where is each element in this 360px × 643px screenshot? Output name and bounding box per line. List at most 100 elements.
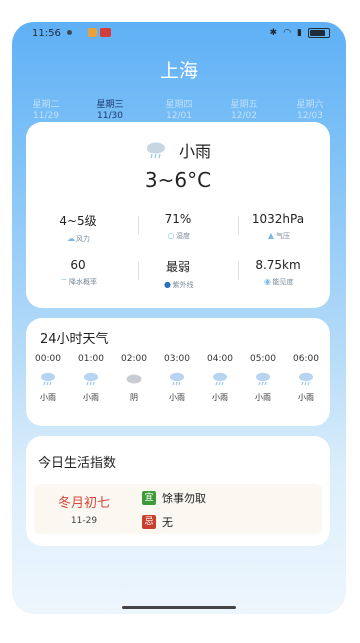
day-date: 11/29 [33,111,59,121]
rain-cloud-icon [213,372,227,386]
day-name: 星期六 [296,100,324,110]
hour-condition: 小雨 [83,393,99,402]
battery-icon [308,28,330,38]
precip-value: 60 [70,258,86,272]
hour-time: 02:00 [121,354,147,364]
current-condition: 小雨 [26,138,330,162]
hourly-title: 24小时天气 [40,332,109,347]
hour-condition: 小雨 [169,393,185,402]
visibility-value: 8.75km [255,258,301,272]
pressure-value: 1032hPa [251,212,305,226]
wind-stat: 4~5级 ☁风力 [28,212,128,244]
status-icons: ✱ ◠ ▮ [270,28,330,38]
precip-icon: ⌔ [60,277,68,286]
day-date: 12/03 [297,111,323,121]
hour-item: 05:00 小雨 [243,354,283,403]
current-weather-card: 小雨 3~6°C 4~5级 ☁风力 71% ○ 湿度 1032hPa ▲ 气压 60… [26,122,330,308]
uv-value: 最弱 [165,260,190,274]
status-bar: 11:56 ✱ ◠ ▮ [12,22,346,44]
visibility-icon: ◉ [264,277,271,286]
day-name: 星期四 [165,100,193,110]
rain-cloud-icon [84,372,98,386]
wind-icon: ☁ [67,234,75,243]
yi-row: 宜 馀事勿取 [142,490,206,506]
day-tab[interactable]: 星期四 12/01 [155,100,203,122]
hour-time: 05:00 [250,354,276,364]
hour-item: 01:00 小雨 [71,354,111,403]
visibility-stat: 8.75km ◉ 能见度 [228,258,328,287]
humidity-value: 71% [164,212,192,226]
hour-condition: 小雨 [40,393,56,402]
rain-cloud-icon [41,372,55,386]
day-tab[interactable]: 星期六 12/03 [286,100,334,122]
day-date: 11/30 [97,111,123,121]
hour-condition: 小雨 [212,393,228,402]
hour-item: 02:00 阴 [114,354,154,403]
ji-badge: 忌 [142,515,156,529]
wifi-icon: ◠ [283,28,292,38]
home-indicator[interactable] [122,606,236,609]
hour-item: 00:00 小雨 [28,354,68,403]
status-time: 11:56 [32,28,61,39]
life-index-title: 今日生活指数 [38,456,117,471]
hour-time: 01:00 [78,354,104,364]
day-name: 星期二 [32,100,60,110]
overcast-cloud-icon [126,374,142,384]
precip-label: 降水概率 [69,278,97,286]
pressure-label: 气压 [276,232,290,240]
day-name: 星期三 [96,100,124,110]
day-tab-active[interactable]: 星期三 11/30 [86,100,134,122]
app-notification-icon [88,28,97,37]
hour-time: 06:00 [293,354,319,364]
solar-date: 11-29 [70,516,98,526]
hour-condition: 小雨 [298,393,314,402]
bluetooth-icon: ✱ [269,28,278,38]
day-name: 星期五 [230,100,258,110]
humidity-stat: 71% ○ 湿度 [128,212,228,241]
uv-icon: ● [164,280,171,289]
notification-dot-icon [67,30,72,35]
visibility-label: 能见度 [272,278,294,286]
hour-time: 03:00 [164,354,190,364]
signal-icon: ▮ [297,28,302,38]
humidity-label: 湿度 [176,232,190,240]
hour-time: 04:00 [207,354,233,364]
day-tab[interactable]: 星期二 11/29 [22,100,70,122]
app-notification-icon [100,28,111,37]
pressure-icon: ▲ [267,231,275,240]
ji-row: 忌 无 [142,514,173,530]
phone-screen: 11:56 ✱ ◠ ▮ 上海 星期二 11/29 星期三 11/30 星期四 1… [12,22,346,614]
precip-stat: 60 ⌔降水概率 [28,258,128,287]
hour-time: 00:00 [35,354,61,364]
yi-badge: 宜 [142,491,156,505]
wind-label: 风力 [76,235,90,243]
uv-label: 紫外线 [172,281,194,289]
day-date: 12/02 [231,111,257,121]
day-date: 12/01 [166,111,192,121]
lunar-date: 冬月初七 [57,496,110,511]
yi-text: 馀事勿取 [162,492,206,505]
stats-row: 60 ⌔降水概率 最弱 ● 紫外线 8.75km ◉ 能见度 [26,258,330,292]
city-title[interactable]: 上海 [12,56,346,83]
hour-condition: 小雨 [255,393,271,402]
hour-item: 04:00 小雨 [200,354,240,403]
wind-value: 4~5级 [59,214,97,228]
condition-text: 小雨 [178,142,211,161]
humidity-icon: ○ [167,231,175,240]
hourly-card: 24小时天气 00:00 小雨 01:00 小雨 02:00 阴 03:00 小… [26,318,330,426]
stats-row: 4~5级 ☁风力 71% ○ 湿度 1032hPa ▲ 气压 [26,212,330,246]
rain-cloud-icon [170,372,184,386]
ji-text: 无 [162,516,173,529]
hour-item: 06:00 小雨 [286,354,326,403]
almanac-panel: 冬月初七 11-29 宜 馀事勿取 忌 无 [34,484,322,534]
hour-item: 03:00 小雨 [157,354,197,403]
rain-cloud-icon [256,372,270,386]
rain-cloud-icon [299,372,313,386]
pressure-stat: 1032hPa ▲ 气压 [228,212,328,241]
day-tab[interactable]: 星期五 12/02 [220,100,268,122]
temperature-range: 3~6°C [144,168,212,192]
rain-cloud-icon [146,142,165,159]
life-index-card: 今日生活指数 冬月初七 11-29 宜 馀事勿取 忌 无 [26,436,330,546]
uv-stat: 最弱 ● 紫外线 [128,258,228,290]
hour-condition: 阴 [130,393,138,402]
